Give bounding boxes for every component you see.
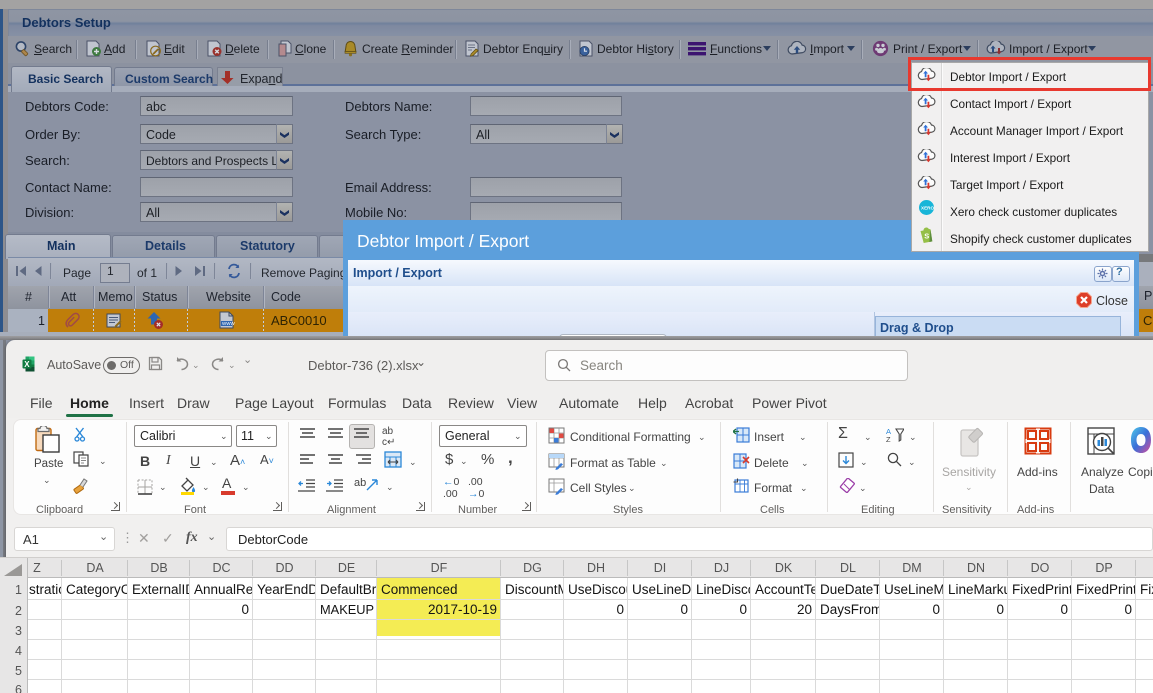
svg-text:S: S xyxy=(924,232,929,241)
svg-text:X: X xyxy=(24,360,30,369)
svg-text:WWW: WWW xyxy=(222,321,235,326)
svg-text:Z: Z xyxy=(886,435,891,443)
svg-text:XERO: XERO xyxy=(921,206,934,211)
